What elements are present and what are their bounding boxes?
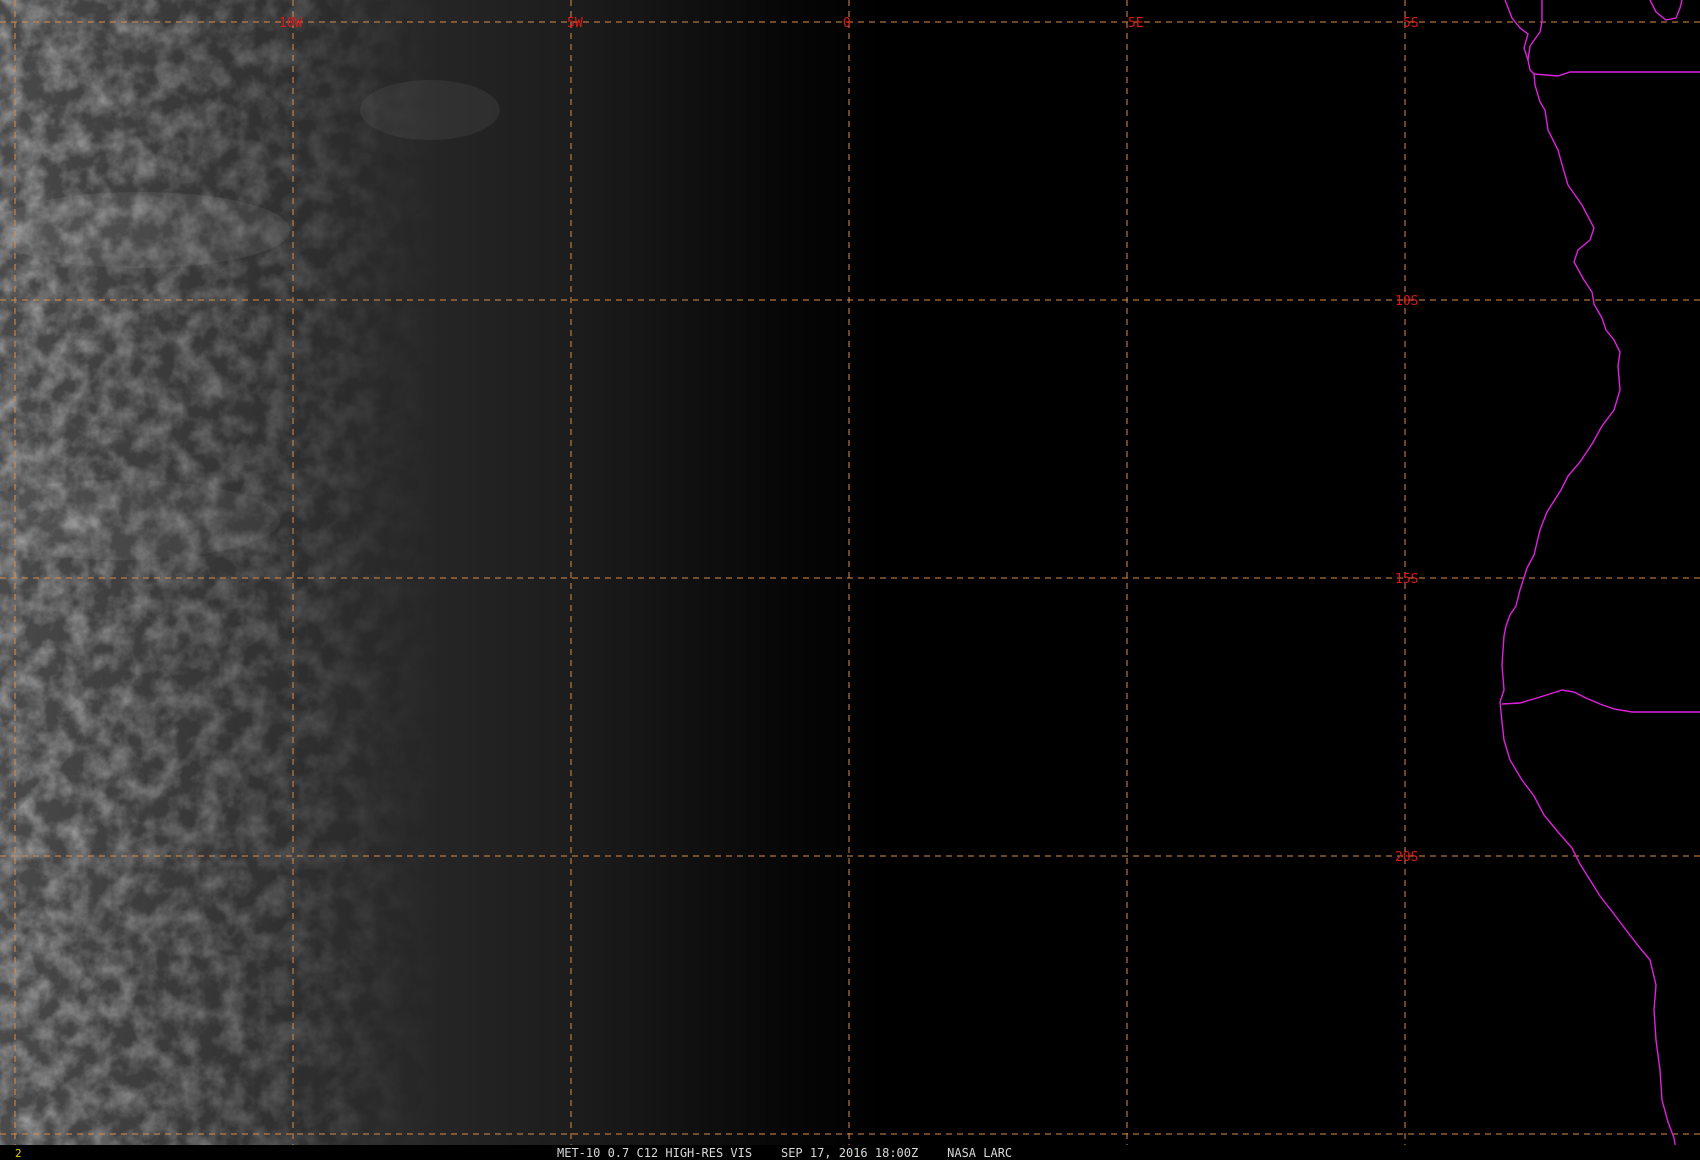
longitude-label: 5W bbox=[567, 16, 583, 31]
latitude-label: 15S bbox=[1395, 572, 1418, 587]
cloud-band bbox=[0, 192, 290, 268]
satellite-map: 10W 5W 0 5E 5S 10S 15S 20S 2 MET-10 0.7 … bbox=[0, 0, 1700, 1160]
frame-number: 2 bbox=[15, 1147, 22, 1160]
cloud-band bbox=[360, 80, 500, 140]
cloud-texture bbox=[0, 0, 800, 1145]
longitude-label: 5E bbox=[1128, 16, 1144, 31]
latitude-label: 20S bbox=[1395, 850, 1418, 865]
longitude-label: 0 bbox=[843, 16, 851, 31]
latitude-label: 10S bbox=[1395, 294, 1418, 309]
longitude-label: 10W bbox=[279, 16, 303, 31]
image-caption: MET-10 0.7 C12 HIGH-RES VIS SEP 17, 2016… bbox=[557, 1146, 1012, 1160]
latitude-label: 5S bbox=[1403, 16, 1419, 31]
